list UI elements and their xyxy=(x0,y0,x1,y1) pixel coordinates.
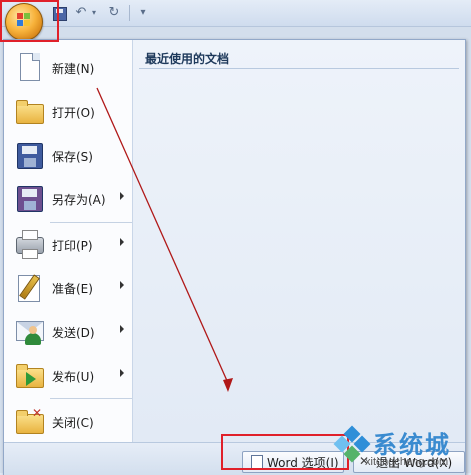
menu-item-label: 准备(E) xyxy=(52,282,93,296)
menu-item-save-as[interactable]: 另存为(A) xyxy=(4,177,132,219)
office-button-highlight xyxy=(0,0,59,42)
undo-icon[interactable]: ↶ xyxy=(73,5,89,21)
menu-item-label: 发布(U) xyxy=(52,370,95,384)
menu-item-prepare[interactable]: 准备(E) xyxy=(4,266,132,308)
submenu-arrow-icon xyxy=(120,238,124,246)
menu-item-label: 新建(N) xyxy=(52,62,95,76)
menu-item-open[interactable]: 打开(O) xyxy=(4,90,132,132)
submenu-arrow-icon xyxy=(120,192,124,200)
office-menu-commands: 新建(N) 打开(O) 保存(S) 另存为(A) 打印(P) 准备(E) 发送(… xyxy=(4,40,133,442)
menu-item-close[interactable]: ✕ 关闭(C) xyxy=(4,400,132,442)
watermark-brand: 系统城 xyxy=(373,431,451,459)
send-icon xyxy=(14,316,44,346)
watermark-logo-icon xyxy=(333,425,371,463)
watermark: 系统城 xitongcheng.com xyxy=(333,425,471,473)
menu-item-label: 发送(D) xyxy=(52,326,95,340)
open-folder-icon xyxy=(14,96,44,126)
watermark-url: xitongcheng.com xyxy=(365,456,449,468)
prepare-icon xyxy=(14,272,44,302)
menu-item-save[interactable]: 保存(S) xyxy=(4,134,132,176)
quick-access-toolbar: ↶ ▾ ↻ ▾ xyxy=(0,0,471,27)
save-disk-icon xyxy=(14,140,44,170)
menu-item-label: 打开(O) xyxy=(52,106,95,120)
menu-item-print[interactable]: 打印(P) xyxy=(4,223,132,265)
undo-dropdown-icon[interactable]: ▾ xyxy=(89,5,99,21)
recent-documents-panel: 最近使用的文档 xyxy=(133,40,465,442)
printer-icon xyxy=(14,229,44,259)
menu-item-label: 另存为(A) xyxy=(52,193,106,207)
menu-item-send[interactable]: 发送(D) xyxy=(4,310,132,352)
submenu-arrow-icon xyxy=(120,281,124,289)
menu-item-label: 打印(P) xyxy=(52,239,93,253)
redo-icon[interactable]: ↻ xyxy=(106,5,122,21)
submenu-arrow-icon xyxy=(120,325,124,333)
recent-documents-divider xyxy=(139,68,459,69)
save-as-icon xyxy=(14,183,44,213)
word-window: ↶ ▾ ↻ ▾ 新建(N) 打开(O) 保存(S) 另存为(A) 打印(P) 准… xyxy=(0,0,471,475)
menu-item-new[interactable]: 新建(N) xyxy=(4,46,132,88)
menu-item-label: 关闭(C) xyxy=(52,416,94,430)
submenu-arrow-icon xyxy=(120,369,124,377)
menu-item-label: 保存(S) xyxy=(52,150,93,164)
recent-documents-title: 最近使用的文档 xyxy=(145,52,230,66)
publish-icon xyxy=(14,360,44,390)
toolbar-separator xyxy=(129,5,130,21)
new-document-icon xyxy=(14,52,44,82)
office-menu: 新建(N) 打开(O) 保存(S) 另存为(A) 打印(P) 准备(E) 发送(… xyxy=(3,39,466,475)
close-document-icon: ✕ xyxy=(14,406,44,436)
menu-item-publish[interactable]: 发布(U) xyxy=(4,354,132,396)
customize-toolbar-icon[interactable]: ▾ xyxy=(137,5,149,21)
word-options-highlight xyxy=(221,434,349,470)
menu-separator xyxy=(50,398,132,399)
